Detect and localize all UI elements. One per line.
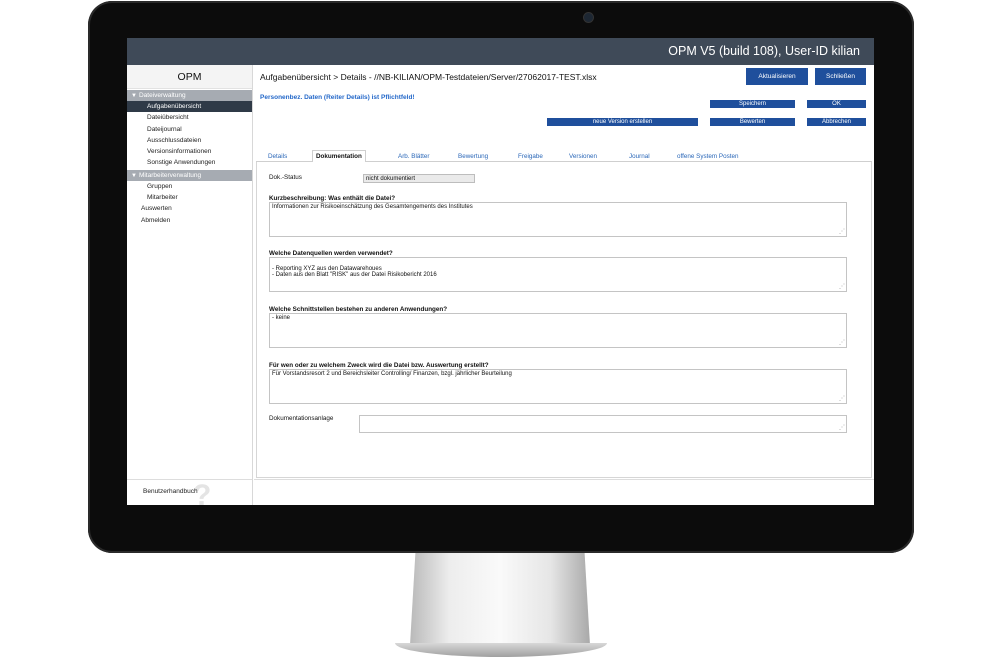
tab-arb-blaetter[interactable]: Arb. Blätter — [398, 152, 430, 161]
attachment-field[interactable]: ⋰ — [359, 415, 847, 433]
required-field-notice: Personenbez. Daten (Reiter Details) ist … — [260, 94, 415, 101]
window-title: OPM V5 (build 108), User-ID kilian — [668, 44, 860, 58]
sidebar-item-mitarbeiter[interactable]: Mitarbeiter — [127, 192, 252, 204]
purpose-text: Für Vorstandsresort 2 und Bereichsleiter… — [272, 371, 512, 377]
resize-handle-icon[interactable]: ⋰ — [839, 229, 845, 235]
sidebar: OPM ▼ Dateiverwaltung Aufgabenübersicht D… — [127, 65, 253, 505]
breadcrumb: Aufgabenübersicht > Details - //NB-KILIA… — [260, 72, 597, 82]
refresh-button[interactable]: Aktualisieren — [746, 68, 808, 85]
tab-bar: Details Dokumentation Arb. Blätter Bewer… — [256, 150, 872, 162]
ok-button[interactable]: OK — [807, 100, 866, 108]
question-mark-icon[interactable]: ? — [193, 481, 237, 506]
sidebar-item-aufgabenuebersicht[interactable]: Aufgabenübersicht — [127, 101, 252, 113]
camera-dot — [584, 13, 593, 22]
tab-freigabe[interactable]: Freigabe — [518, 152, 543, 161]
question-label: Für wen oder zu welchem Zweck wird die D… — [269, 362, 489, 369]
sidebar-item-ausschlussdateien[interactable]: Ausschlussdateien — [127, 134, 252, 147]
screen: OPM V5 (build 108), User-ID kilian OPM ▼… — [127, 38, 874, 505]
tab-details[interactable]: Details — [268, 152, 287, 161]
question-label: Kurzbeschreibung: Was enthält die Datei? — [269, 195, 396, 202]
tab-journal[interactable]: Journal — [629, 152, 650, 161]
cancel-button[interactable]: Abbrechen — [807, 118, 866, 126]
triangle-down-icon: ▼ — [131, 93, 137, 99]
data-sources-text: - Reporting XYZ aus den Datawarehoues - … — [272, 265, 437, 279]
sidebar-item-sonstige-anwendungen[interactable]: Sonstige Anwendungen — [127, 157, 252, 169]
interfaces-textarea[interactable]: - keine ⋰ — [269, 313, 847, 348]
tab-dokumentation[interactable]: Dokumentation — [312, 150, 366, 162]
sidebar-item-dateijournal[interactable]: Dateijournal — [127, 123, 252, 135]
purpose-textarea[interactable]: Für Vorstandsresort 2 und Bereichsleiter… — [269, 369, 847, 404]
nav-group-mitarbeiterverwaltung[interactable]: ▼ Mitarbeiterverwaltung — [127, 169, 252, 181]
nav-group-dateiverwaltung[interactable]: ▼ Dateiverwaltung — [127, 90, 252, 101]
evaluate-button[interactable]: Bewerten — [710, 118, 795, 126]
close-button[interactable]: Schließen — [815, 68, 866, 85]
documentation-form: Dok.-Status nicht dokumentiert Kurzbesch… — [256, 162, 872, 478]
resize-handle-icon[interactable]: ⋰ — [839, 340, 845, 346]
description-textarea[interactable]: Informationen zur Risikoeinschätzung des… — [269, 202, 847, 237]
question-label: Welche Schnittstellen bestehen zu andere… — [269, 306, 448, 313]
resize-handle-icon[interactable]: ⋰ — [839, 425, 845, 431]
description-text: Informationen zur Risikoeinschätzung des… — [272, 204, 473, 210]
resize-handle-icon[interactable]: ⋰ — [839, 284, 845, 290]
sidebar-item-dateiuebersicht[interactable]: Dateiübersicht — [127, 112, 252, 124]
app-brand: OPM — [127, 65, 252, 89]
main-footer — [254, 479, 874, 505]
tab-bewertung[interactable]: Bewertung — [458, 152, 488, 161]
sidebar-item-gruppen[interactable]: Gruppen — [127, 180, 252, 193]
sidebar-item-abmelden[interactable]: Abmelden — [127, 214, 252, 226]
sidebar-footer: Benutzerhandbuch ? — [127, 479, 252, 505]
save-button[interactable]: Speichern — [710, 100, 795, 108]
user-manual-link[interactable]: Benutzerhandbuch — [143, 488, 198, 495]
status-field: nicht dokumentiert — [363, 174, 475, 183]
data-sources-textarea[interactable]: - Reporting XYZ aus den Datawarehoues - … — [269, 257, 847, 292]
monitor-stand — [410, 553, 590, 645]
sidebar-item-auswerten[interactable]: Auswerten — [127, 203, 252, 215]
triangle-down-icon: ▼ — [131, 172, 137, 179]
main-panel: Aufgabenübersicht > Details - //NB-KILIA… — [254, 65, 874, 505]
sidebar-item-versionsinformationen[interactable]: Versionsinformationen — [127, 146, 252, 158]
tab-offene-system-posten[interactable]: offene System Posten — [677, 152, 739, 161]
nav-group-label: Dateiverwaltung — [138, 92, 186, 99]
window-title-bar: OPM V5 (build 108), User-ID kilian — [127, 38, 874, 65]
resize-handle-icon[interactable]: ⋰ — [839, 396, 845, 402]
new-version-button[interactable]: neue Version erstellen — [547, 118, 698, 126]
nav-group-label: Mitarbeiterverwaltung — [138, 171, 202, 179]
attachment-label: Dokumentationsanlage — [269, 415, 334, 422]
status-label: Dok.-Status — [269, 174, 302, 181]
interfaces-text: - keine — [272, 315, 291, 321]
monitor-stand-base — [395, 643, 607, 657]
tab-versionen[interactable]: Versionen — [569, 152, 597, 161]
question-label: Welche Datenquellen werden verwendet? — [269, 250, 393, 257]
